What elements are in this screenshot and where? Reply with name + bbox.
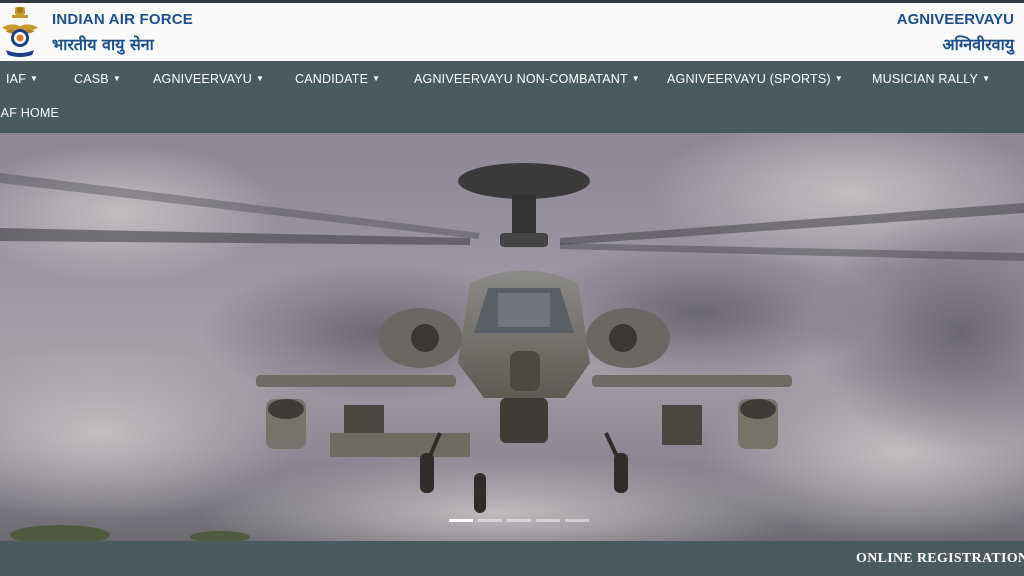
news-ticker: ONLINE REGISTRATION — [0, 541, 1024, 576]
agniveervayu-title-hi: अग्निवीरवायु — [942, 35, 1014, 54]
nav-item-sports[interactable]: AGNIVEERVAYU (SPORTS) ▼ — [667, 72, 843, 86]
carousel-indicators — [449, 519, 589, 523]
caret-down-icon: ▼ — [982, 74, 991, 83]
carousel-indicator-2[interactable] — [478, 519, 502, 522]
nav-item-label: CASB — [74, 72, 109, 86]
brand-header: INDIAN AIR FORCE भारतीय वायु सेना AGNIVE… — [0, 3, 1024, 61]
carousel-indicator-5[interactable] — [565, 519, 589, 522]
caret-down-icon: ▼ — [631, 74, 640, 83]
nav-item-label: MUSICIAN RALLY — [872, 72, 979, 86]
nav-item-iaf-home[interactable]: IAF HOME — [0, 106, 59, 120]
iaf-emblem-icon[interactable] — [0, 6, 40, 58]
caret-down-icon: ▼ — [112, 74, 121, 83]
carousel-indicator-3[interactable] — [507, 519, 531, 522]
site-title-en: INDIAN AIR FORCE — [52, 11, 193, 28]
nav-item-agniveervayu[interactable]: AGNIVEERVAYU ▼ — [153, 72, 264, 86]
hero-carousel[interactable] — [0, 133, 1024, 541]
carousel-indicator-4[interactable] — [536, 519, 560, 522]
nav-item-casb[interactable]: CASB ▼ — [74, 72, 121, 86]
caret-down-icon: ▼ — [30, 74, 39, 83]
site-title-hi: भारतीय वायु सेना — [52, 35, 154, 54]
nav-item-non-combatant[interactable]: AGNIVEERVAYU NON-COMBATANT ▼ — [414, 72, 640, 86]
caret-down-icon: ▼ — [372, 74, 381, 83]
nav-item-label: IAF — [6, 72, 27, 86]
agniveervayu-title-en: AGNIVEERVAYU — [896, 11, 1014, 28]
nav-item-label: IAF HOME — [0, 106, 60, 120]
caret-down-icon: ▼ — [255, 74, 265, 83]
nav-item-label: AGNIVEERVAYU — [153, 72, 252, 86]
nav-item-candidate[interactable]: CANDIDATE ▼ — [295, 72, 380, 86]
ticker-text[interactable]: ONLINE REGISTRATION — [856, 551, 1024, 567]
nav-item-iaf[interactable]: IAF ▼ — [6, 72, 38, 86]
nav-item-musician-rally[interactable]: MUSICIAN RALLY ▼ — [872, 72, 990, 86]
nav-item-label: AGNIVEERVAYU NON-COMBATANT — [414, 72, 628, 86]
carousel-indicator-1[interactable] — [449, 519, 473, 522]
main-nav: IAF ▼ CASB ▼ AGNIVEERVAYU ▼ CANDIDATE ▼ AGNI… — [0, 61, 1024, 133]
caret-down-icon: ▼ — [834, 74, 843, 83]
nav-item-label: AGNIVEERVAYU (SPORTS) — [667, 72, 831, 86]
nav-item-label: CANDIDATE — [295, 72, 369, 86]
attack-helicopter-photo — [0, 133, 1024, 541]
